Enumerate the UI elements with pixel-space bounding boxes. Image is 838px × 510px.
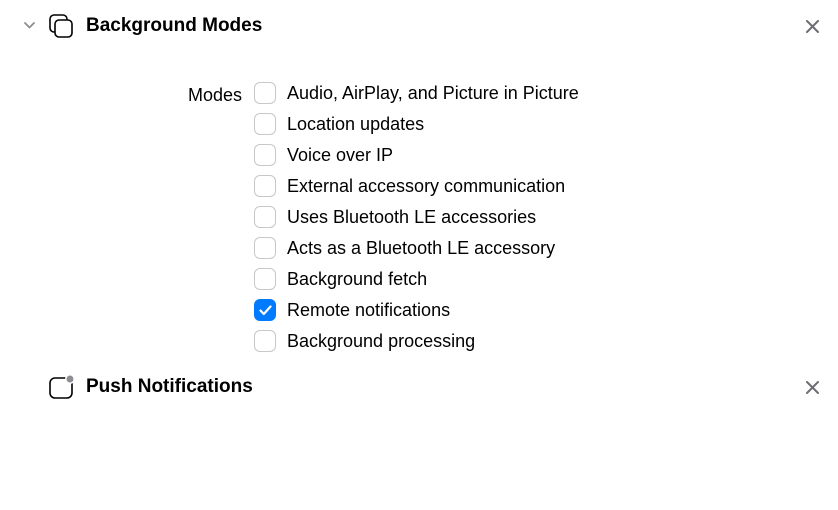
mode-checkbox[interactable] (254, 175, 276, 197)
mode-option-label: Audio, AirPlay, and Picture in Picture (287, 81, 579, 105)
capability-section-push-notifications: Push Notifications (0, 353, 838, 412)
mode-checkbox[interactable] (254, 113, 276, 135)
mode-checkbox[interactable] (254, 144, 276, 166)
mode-option-label: External accessory communication (287, 174, 565, 198)
mode-option-label: Voice over IP (287, 143, 393, 167)
chevron-down-icon[interactable] (22, 18, 36, 32)
mode-option: Background processing (254, 329, 579, 353)
mode-option-label: Uses Bluetooth LE accessories (287, 205, 536, 229)
mode-option: Background fetch (254, 267, 579, 291)
mode-checkbox[interactable] (254, 237, 276, 259)
mode-checkbox[interactable] (254, 82, 276, 104)
mode-option: Audio, AirPlay, and Picture in Picture (254, 81, 579, 105)
capability-title: Background Modes (86, 12, 792, 40)
mode-option: Uses Bluetooth LE accessories (254, 205, 579, 229)
modes-checkbox-list: Audio, AirPlay, and Picture in Picture Lo… (254, 81, 579, 353)
mode-option-label: Acts as a Bluetooth LE accessory (287, 236, 555, 260)
modes-label: Modes (0, 81, 254, 109)
capability-title: Push Notifications (86, 373, 792, 401)
modes-field: Modes Audio, AirPlay, and Picture in Pic… (0, 43, 838, 353)
mode-option: External accessory communication (254, 174, 579, 198)
mode-option: Location updates (254, 112, 579, 136)
close-icon[interactable] (802, 16, 822, 36)
mode-checkbox[interactable] (254, 206, 276, 228)
mode-option-label: Background fetch (287, 267, 427, 291)
mode-option-label: Remote notifications (287, 298, 450, 322)
capability-section-background-modes: Background Modes (0, 0, 838, 43)
mode-option: Voice over IP (254, 143, 579, 167)
mode-checkbox[interactable] (254, 268, 276, 290)
mode-option: Remote notifications (254, 298, 579, 322)
mode-option-label: Location updates (287, 112, 424, 136)
background-modes-icon (46, 11, 76, 41)
mode-checkbox[interactable] (254, 299, 276, 321)
push-notifications-icon (46, 372, 76, 402)
close-icon[interactable] (802, 377, 822, 397)
mode-checkbox[interactable] (254, 330, 276, 352)
mode-option: Acts as a Bluetooth LE accessory (254, 236, 579, 260)
mode-option-label: Background processing (287, 329, 475, 353)
